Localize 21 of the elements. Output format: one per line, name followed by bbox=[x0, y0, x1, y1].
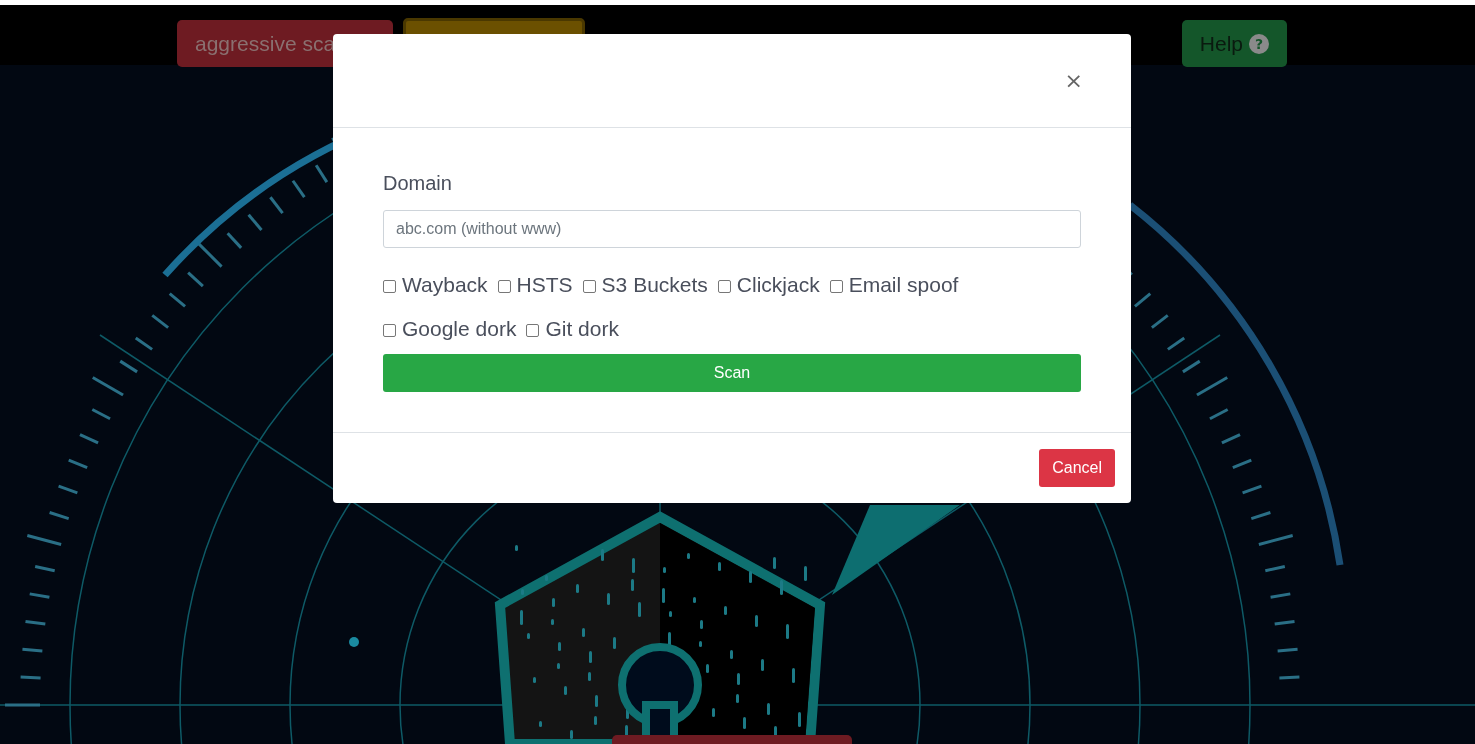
checkbox[interactable] bbox=[717, 280, 731, 293]
option-label: HSTS bbox=[516, 273, 573, 297]
close-button[interactable]: × bbox=[1060, 68, 1087, 93]
checkbox[interactable] bbox=[526, 324, 540, 337]
help-icon: ? bbox=[1249, 33, 1269, 54]
option-label: Git dork bbox=[545, 317, 619, 341]
cancel-button[interactable]: Cancel bbox=[1039, 449, 1115, 487]
checkbox[interactable] bbox=[383, 324, 396, 337]
checkbox[interactable] bbox=[497, 280, 511, 293]
scan-button[interactable]: Scan bbox=[383, 354, 1081, 392]
checkbox[interactable] bbox=[829, 280, 843, 293]
option-label: S3 Buckets bbox=[601, 273, 708, 297]
checkbox[interactable] bbox=[582, 280, 596, 293]
option-label: Clickjack bbox=[736, 273, 820, 297]
domain-input[interactable]: abc.com (without www) bbox=[383, 210, 1081, 248]
domain-label: Domain bbox=[383, 172, 453, 195]
option-label: Wayback bbox=[402, 273, 488, 297]
option-label: Email spoof bbox=[848, 273, 959, 297]
checkbox[interactable] bbox=[383, 280, 396, 293]
option-label: Google dork bbox=[402, 317, 517, 341]
help-button[interactable]: Help ? bbox=[1181, 20, 1287, 67]
